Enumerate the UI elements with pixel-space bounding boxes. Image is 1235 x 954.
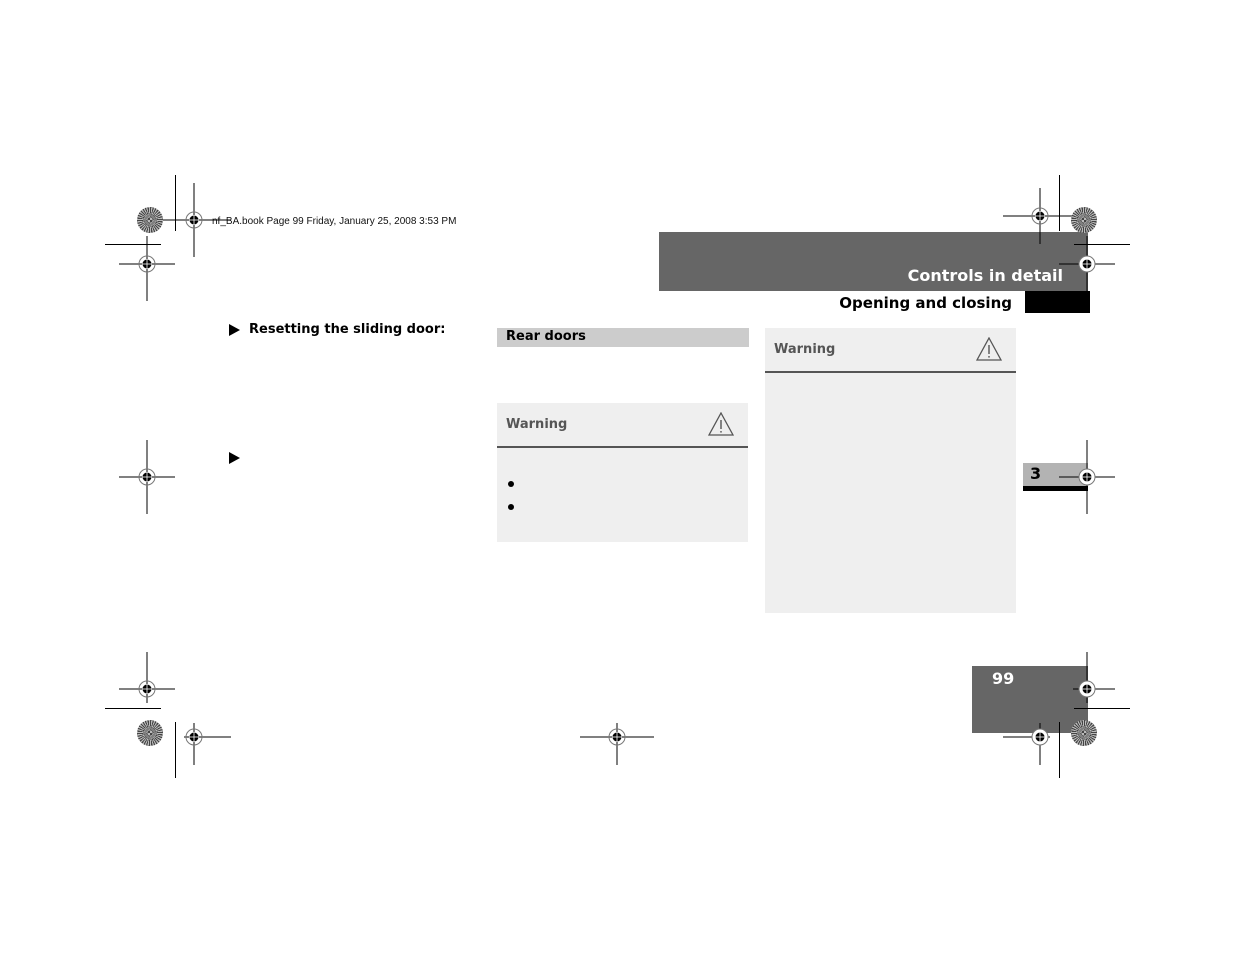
registration-mark-icon — [580, 723, 654, 765]
registration-mark-icon — [119, 236, 175, 301]
warning-triangle-icon — [708, 412, 734, 436]
section-heading: Rear doors — [506, 329, 586, 344]
color-target-icon — [1071, 207, 1097, 233]
registration-mark-icon — [184, 723, 231, 765]
step-item: Resetting the sliding door: — [229, 322, 445, 337]
step-item — [229, 450, 249, 465]
color-target-icon — [137, 207, 163, 233]
warning-label: Warning — [774, 342, 836, 357]
triangle-bullet-icon — [229, 451, 240, 464]
warning-label: Warning — [506, 417, 568, 432]
warning-box: Warning — [497, 403, 748, 542]
warning-header: Warning — [497, 403, 748, 448]
registration-mark-icon — [1059, 440, 1115, 514]
warning-triangle-icon — [976, 337, 1002, 361]
registration-mark-icon — [119, 440, 175, 514]
chapter-number: 3 — [1030, 464, 1042, 483]
section-title: Opening and closing — [839, 294, 1012, 312]
print-slug: nf_BA.book Page 99 Friday, January 25, 2… — [212, 216, 457, 227]
section-heading-bar: Rear doors — [497, 328, 749, 347]
bullet-point — [508, 504, 514, 510]
warning-box: Warning — [765, 328, 1016, 613]
page-number: 99 — [992, 669, 1015, 688]
registration-mark-icon — [1003, 723, 1050, 765]
registration-mark-icon — [1059, 236, 1115, 301]
bullet-point — [508, 481, 514, 487]
warning-header: Warning — [765, 328, 1016, 373]
color-target-icon — [1071, 720, 1097, 746]
step-text: Resetting the sliding door: — [249, 322, 446, 337]
color-target-icon — [137, 720, 163, 746]
triangle-bullet-icon — [229, 323, 240, 336]
chapter-title: Controls in detail — [907, 266, 1063, 285]
